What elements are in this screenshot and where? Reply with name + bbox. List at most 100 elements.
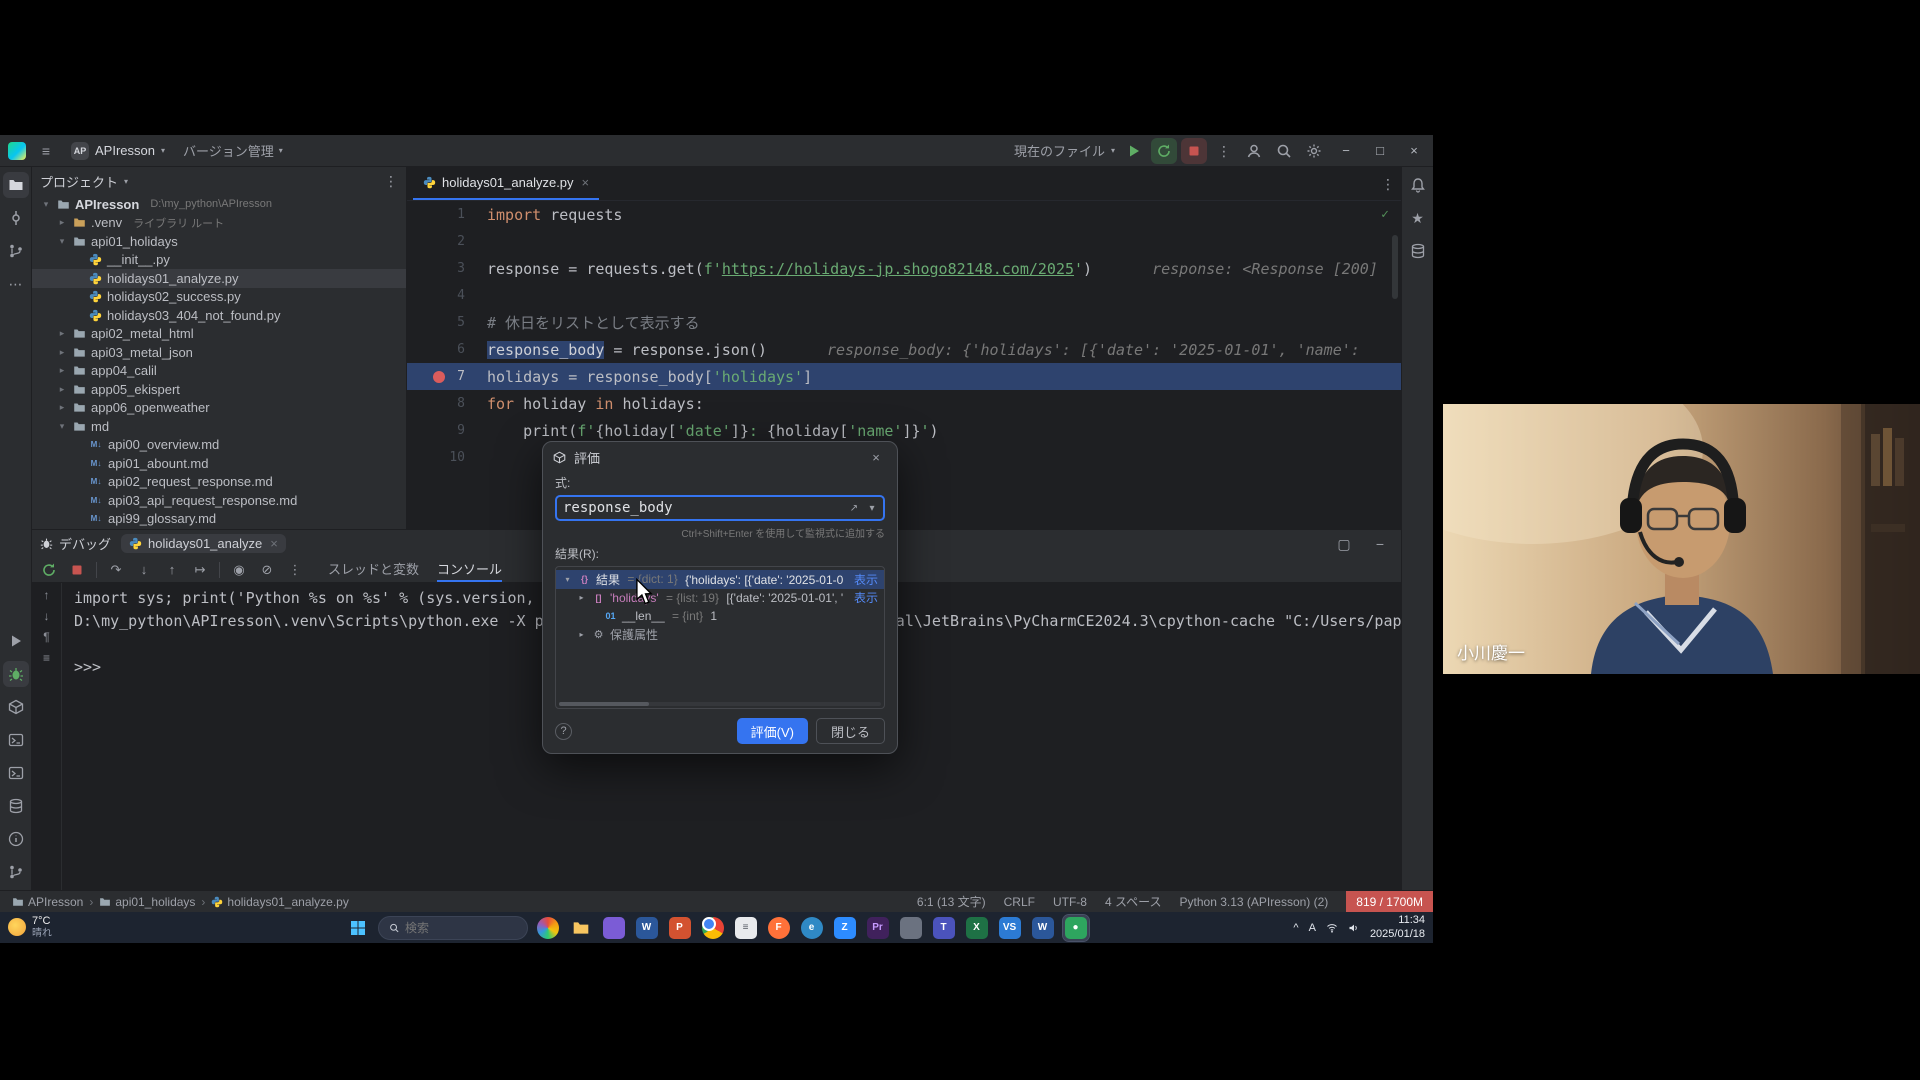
step-out-button[interactable]: ↑ — [163, 562, 181, 577]
project-toolwindow-button[interactable] — [3, 172, 29, 198]
taskbar-app-gray-app[interactable] — [898, 915, 924, 941]
taskbar-app-zoom-app[interactable]: Z — [832, 915, 858, 941]
view-value-link[interactable]: 表示 — [848, 571, 878, 588]
debug-session-tab[interactable]: holidays01_analyze × — [121, 534, 286, 553]
packages-toolwindow-button[interactable] — [3, 694, 29, 720]
ime-indicator[interactable]: A — [1309, 922, 1316, 934]
eval-result-row[interactable]: 01__len__ = {int} 1 — [556, 607, 884, 626]
run-button[interactable] — [1121, 138, 1147, 164]
debug-view-tab[interactable]: コンソール — [437, 557, 502, 582]
tab-close-icon[interactable]: × — [582, 175, 590, 190]
notifications-button[interactable] — [1405, 172, 1431, 198]
project-widget[interactable]: AP APIresson ▾ — [63, 139, 173, 163]
maximize-button[interactable]: □ — [1365, 138, 1395, 164]
debug-tool-label[interactable]: デバッグ — [40, 534, 111, 553]
step-over-button[interactable]: ↷ — [107, 562, 125, 578]
expression-history-icon[interactable]: ▾ — [863, 503, 881, 514]
eval-result-row[interactable]: ▸[]'holidays' = {list: 19} [{'date': '20… — [556, 589, 884, 608]
clear-console-icon[interactable]: ≡ — [43, 652, 50, 664]
code-line[interactable]: 1import requests — [407, 201, 1401, 228]
project-tree-item[interactable]: ▾api01_holidays — [32, 232, 406, 251]
project-tree-item[interactable]: M↓api01_abount.md — [32, 454, 406, 473]
taskbar-app-vscode-app[interactable]: VS — [997, 915, 1023, 941]
search-everywhere-button[interactable] — [1271, 138, 1297, 164]
database-toolwindow-button[interactable] — [1405, 238, 1431, 264]
taskbar-app-pinwheel-app[interactable] — [535, 915, 561, 941]
run-config-widget[interactable]: 現在のファイル ▾ — [1014, 141, 1115, 160]
code-line[interactable]: 5# 休日をリストとして表示する — [407, 309, 1401, 336]
code-line[interactable]: 4 — [407, 282, 1401, 309]
taskbar-app-notepad-app[interactable]: ≡ — [733, 915, 759, 941]
dialog-close-action-button[interactable]: 閉じる — [816, 718, 885, 744]
project-tree-item[interactable]: M↓api99_glossary.md — [32, 510, 406, 529]
project-tree-item[interactable]: M↓api00_overview.md — [32, 436, 406, 455]
evaluate-button[interactable]: 評価(V) — [737, 718, 808, 744]
minimize-button[interactable]: − — [1331, 138, 1361, 164]
project-tree-item[interactable]: holidays01_analyze.py — [32, 269, 406, 288]
taskbar-search-input[interactable] — [405, 921, 517, 935]
tray-clock[interactable]: 11:34 2025/01/18 — [1370, 914, 1425, 942]
wifi-icon[interactable] — [1326, 922, 1338, 934]
taskbar-app-word-app[interactable]: W — [634, 915, 660, 941]
taskbar-app-powerpoint-app[interactable]: P — [667, 915, 693, 941]
project-tree-item[interactable]: M↓api02_request_response.md — [32, 473, 406, 492]
more-options-button[interactable]: ⋮ — [286, 562, 304, 578]
view-value-link[interactable]: 表示 — [848, 589, 878, 606]
taskbar-app-firefox-browser[interactable]: F — [766, 915, 792, 941]
code-line[interactable]: 2 — [407, 228, 1401, 255]
editor-tab[interactable]: holidays01_analyze.py × — [413, 167, 599, 200]
taskbar-app-excel-app[interactable]: X — [964, 915, 990, 941]
project-tree-item[interactable]: ▾APIressonD:\my_python\APIresson — [32, 195, 406, 214]
editor-options-button[interactable]: ⋮ — [1375, 171, 1401, 197]
taskbar-app-teams-app[interactable]: T — [931, 915, 957, 941]
terminal-button[interactable] — [3, 760, 29, 786]
vcs-widget[interactable]: バージョン管理 ▾ — [177, 138, 289, 163]
tray-expand-icon[interactable]: ^ — [1293, 922, 1298, 934]
version-control-button[interactable] — [3, 859, 29, 885]
code-line[interactable]: 7holidays = response_body['holidays'] — [407, 363, 1401, 390]
breadcrumb-item[interactable]: api01_holidays — [99, 895, 195, 909]
taskbar-app-edge-browser[interactable]: e — [799, 915, 825, 941]
project-tree-item[interactable]: ▸app05_ekispert — [32, 380, 406, 399]
user-account-button[interactable] — [1241, 138, 1267, 164]
taskbar-app-purple-app[interactable] — [601, 915, 627, 941]
line-separator[interactable]: CRLF — [1004, 895, 1035, 909]
expression-input[interactable] — [563, 500, 845, 516]
project-tree-item[interactable]: ▸app04_calil — [32, 362, 406, 381]
more-toolwindows-button[interactable]: ⋯ — [3, 271, 29, 297]
project-tree-item[interactable]: holidays03_404_not_found.py — [32, 306, 406, 325]
start-button[interactable] — [345, 915, 371, 941]
scroll-down-icon[interactable]: ↓ — [44, 610, 50, 622]
taskbar-app-recorder-app[interactable]: ● — [1063, 915, 1089, 941]
breadcrumb-item[interactable]: holidays01_analyze.py — [211, 895, 348, 909]
project-tree-item[interactable]: __init__.py — [32, 251, 406, 270]
editor-scrollbar[interactable] — [1392, 235, 1398, 299]
debug-toolwindow-button[interactable] — [3, 661, 29, 687]
commit-toolwindow-button[interactable] — [3, 205, 29, 231]
project-tree-item[interactable]: holidays02_success.py — [32, 288, 406, 307]
project-tree-item[interactable]: ▸api02_metal_html — [32, 325, 406, 344]
memory-indicator[interactable]: 819 / 1700M — [1346, 891, 1433, 912]
result-scrollbar[interactable] — [559, 702, 881, 706]
project-tree-item[interactable]: M↓api03_api_request_response.md — [32, 491, 406, 510]
python-console-button[interactable] — [3, 727, 29, 753]
rerun-debug-button[interactable] — [1151, 138, 1177, 164]
taskbar-app-word2-app[interactable]: W — [1030, 915, 1056, 941]
code-line[interactable]: 9 print(f'{holiday['date']}: {holiday['n… — [407, 417, 1401, 444]
expression-field[interactable]: ↗ ▾ — [555, 495, 885, 521]
indent-style[interactable]: 4 スペース — [1105, 893, 1162, 910]
stop-button[interactable] — [1181, 138, 1207, 164]
volume-icon[interactable] — [1348, 922, 1360, 934]
breakpoint-dot[interactable] — [433, 371, 445, 383]
taskbar-app-premiere-app[interactable]: Pr — [865, 915, 891, 941]
panel-options-icon[interactable]: ⋮ — [384, 174, 398, 188]
eval-result-row[interactable]: ▸⚙保護属性 — [556, 626, 884, 645]
scroll-up-icon[interactable]: ↑ — [44, 589, 50, 601]
taskbar-app-file-explorer[interactable] — [568, 915, 594, 941]
code-line[interactable]: 8for holiday in holidays: — [407, 390, 1401, 417]
layout-settings-button[interactable]: ▢ — [1331, 531, 1357, 557]
run-to-cursor-button[interactable]: ↦ — [191, 562, 209, 578]
step-into-button[interactable]: ↓ — [135, 562, 153, 577]
soft-wrap-icon[interactable]: ¶ — [43, 631, 49, 643]
project-tree-item[interactable]: ▸.venvライブラリ ルート — [32, 214, 406, 233]
